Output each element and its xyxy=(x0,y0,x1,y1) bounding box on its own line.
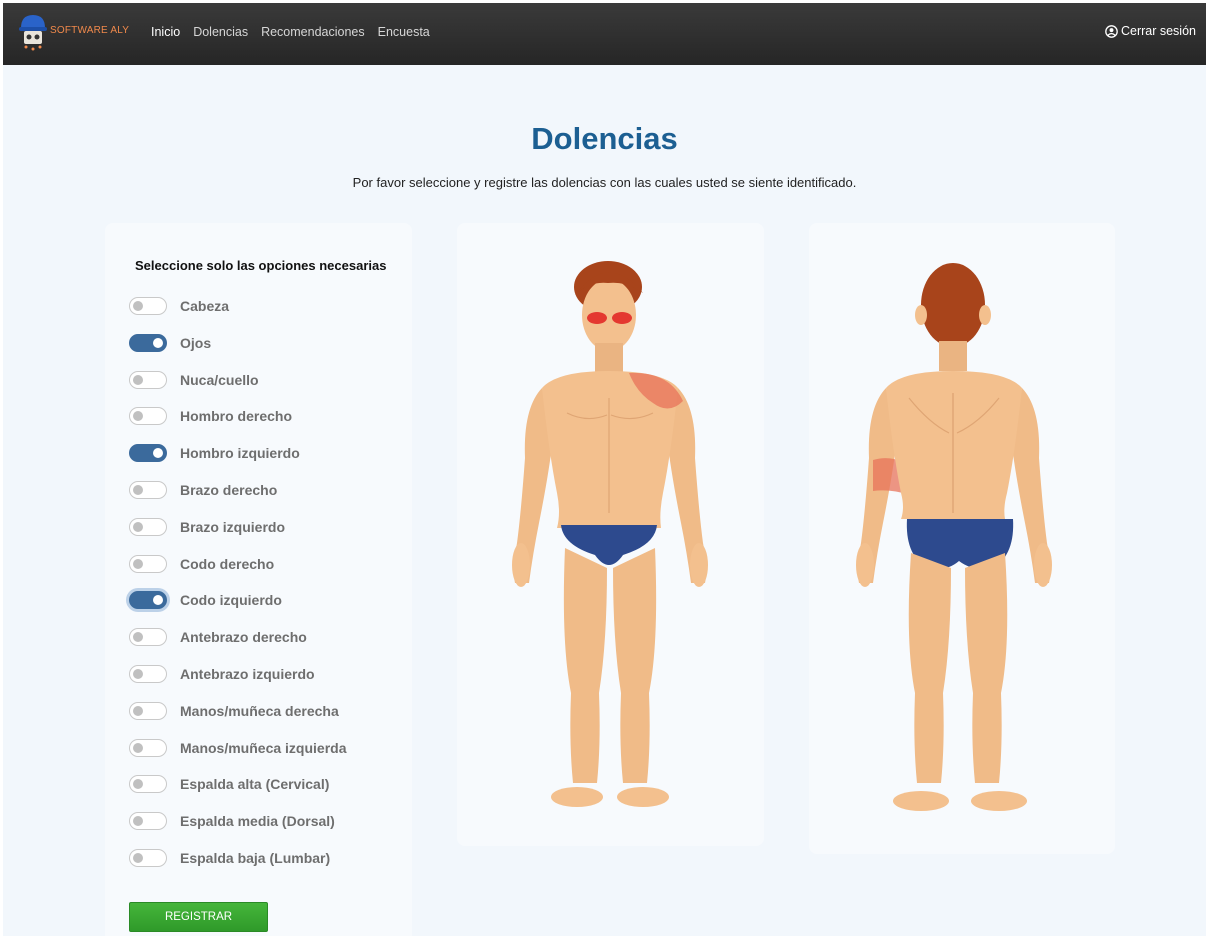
toggle-switch[interactable] xyxy=(129,371,167,389)
option-brazo-izquierdo[interactable]: Brazo izquierdo xyxy=(129,517,285,537)
toggle-switch[interactable] xyxy=(129,518,167,536)
option-manos-muneca-izquierda[interactable]: Manos/muñeca izquierda xyxy=(129,738,346,758)
option-espalda-alta[interactable]: Espalda alta (Cervical) xyxy=(129,774,329,794)
option-espalda-media[interactable]: Espalda media (Dorsal) xyxy=(129,811,335,831)
option-codo-izquierdo[interactable]: Codo izquierdo xyxy=(129,590,282,610)
nav-link-encuesta[interactable]: Encuesta xyxy=(378,25,430,39)
option-label: Codo derecho xyxy=(180,556,275,572)
option-espalda-baja[interactable]: Espalda baja (Lumbar) xyxy=(129,848,330,868)
options-heading: Seleccione solo las opciones necesarias xyxy=(135,258,387,273)
option-antebrazo-derecho[interactable]: Antebrazo derecho xyxy=(129,627,307,647)
option-label: Hombro izquierdo xyxy=(180,445,300,461)
option-label: Espalda baja (Lumbar) xyxy=(180,850,331,866)
option-label: Manos/muñeca izquierda xyxy=(180,740,347,756)
option-label: Manos/muñeca derecha xyxy=(180,703,339,719)
option-codo-derecho[interactable]: Codo derecho xyxy=(129,554,274,574)
front-body-card xyxy=(457,223,764,846)
navbar: SOFTWARE ALY Inicio Dolencias Recomendac… xyxy=(3,3,1206,65)
page-subtitle: Por favor seleccione y registre las dole… xyxy=(352,175,857,190)
nav-link-recomendaciones[interactable]: Recomendaciones xyxy=(261,25,365,39)
toggle-switch[interactable] xyxy=(129,849,167,867)
option-label: Nuca/cuello xyxy=(180,372,259,388)
option-label: Antebrazo derecho xyxy=(180,629,307,645)
front-body-figure xyxy=(512,261,708,807)
toggle-switch[interactable] xyxy=(129,739,167,757)
toggle-switch[interactable] xyxy=(129,775,167,793)
logout-label: Cerrar sesión xyxy=(1120,24,1196,38)
user-circle-icon xyxy=(1105,24,1118,38)
nav-link-inicio[interactable]: Inicio xyxy=(151,25,180,39)
toggle-switch[interactable] xyxy=(129,628,167,646)
toggle-switch[interactable] xyxy=(129,297,167,315)
option-hombro-izquierdo[interactable]: Hombro izquierdo xyxy=(129,443,300,463)
toggle-switch[interactable] xyxy=(129,812,167,830)
back-body-card xyxy=(809,223,1115,854)
app-frame: SOFTWARE ALY Inicio Dolencias Recomendac… xyxy=(3,3,1206,936)
option-manos-muneca-derecha[interactable]: Manos/muñeca derecha xyxy=(129,701,339,721)
toggle-switch[interactable] xyxy=(129,591,167,609)
option-label: Ojos xyxy=(180,335,212,351)
option-hombro-derecho[interactable]: Hombro derecho xyxy=(129,406,292,426)
toggle-switch[interactable] xyxy=(129,702,167,720)
register-button[interactable]: REGISTRAR xyxy=(129,902,268,932)
nav-link-dolencias[interactable]: Dolencias xyxy=(193,25,248,39)
nav-links: Inicio Dolencias Recomendaciones Encuest… xyxy=(151,25,430,39)
option-label: Codo izquierdo xyxy=(180,592,282,608)
option-nuca-cuello[interactable]: Nuca/cuello xyxy=(129,370,259,390)
logout-button[interactable]: Cerrar sesión xyxy=(1105,24,1196,38)
toggle-switch[interactable] xyxy=(129,334,167,352)
option-cabeza[interactable]: Cabeza xyxy=(129,296,229,316)
option-label: Hombro derecho xyxy=(180,408,293,424)
option-brazo-derecho[interactable]: Brazo derecho xyxy=(129,480,277,500)
option-label: Brazo izquierdo xyxy=(180,519,286,535)
page-title: Dolencias xyxy=(531,121,678,156)
toggle-switch[interactable] xyxy=(129,665,167,683)
brand-name: SOFTWARE ALY xyxy=(50,25,130,36)
toggle-switch[interactable] xyxy=(129,481,167,499)
toggle-switch[interactable] xyxy=(129,555,167,573)
options-card: Seleccione solo las opciones necesarias … xyxy=(105,223,412,936)
option-label: Cabeza xyxy=(180,298,230,314)
option-label: Brazo derecho xyxy=(180,482,278,498)
brand-logo xyxy=(19,15,47,51)
option-label: Espalda alta (Cervical) xyxy=(180,776,330,792)
toggle-switch[interactable] xyxy=(129,444,167,462)
toggle-switch[interactable] xyxy=(129,407,167,425)
option-antebrazo-izquierdo[interactable]: Antebrazo izquierdo xyxy=(129,664,315,684)
option-ojos[interactable]: Ojos xyxy=(129,333,211,353)
option-label: Espalda media (Dorsal) xyxy=(180,813,335,829)
option-label: Antebrazo izquierdo xyxy=(180,666,315,682)
back-body-figure xyxy=(856,263,1052,811)
brand[interactable]: SOFTWARE ALY xyxy=(17,12,130,54)
